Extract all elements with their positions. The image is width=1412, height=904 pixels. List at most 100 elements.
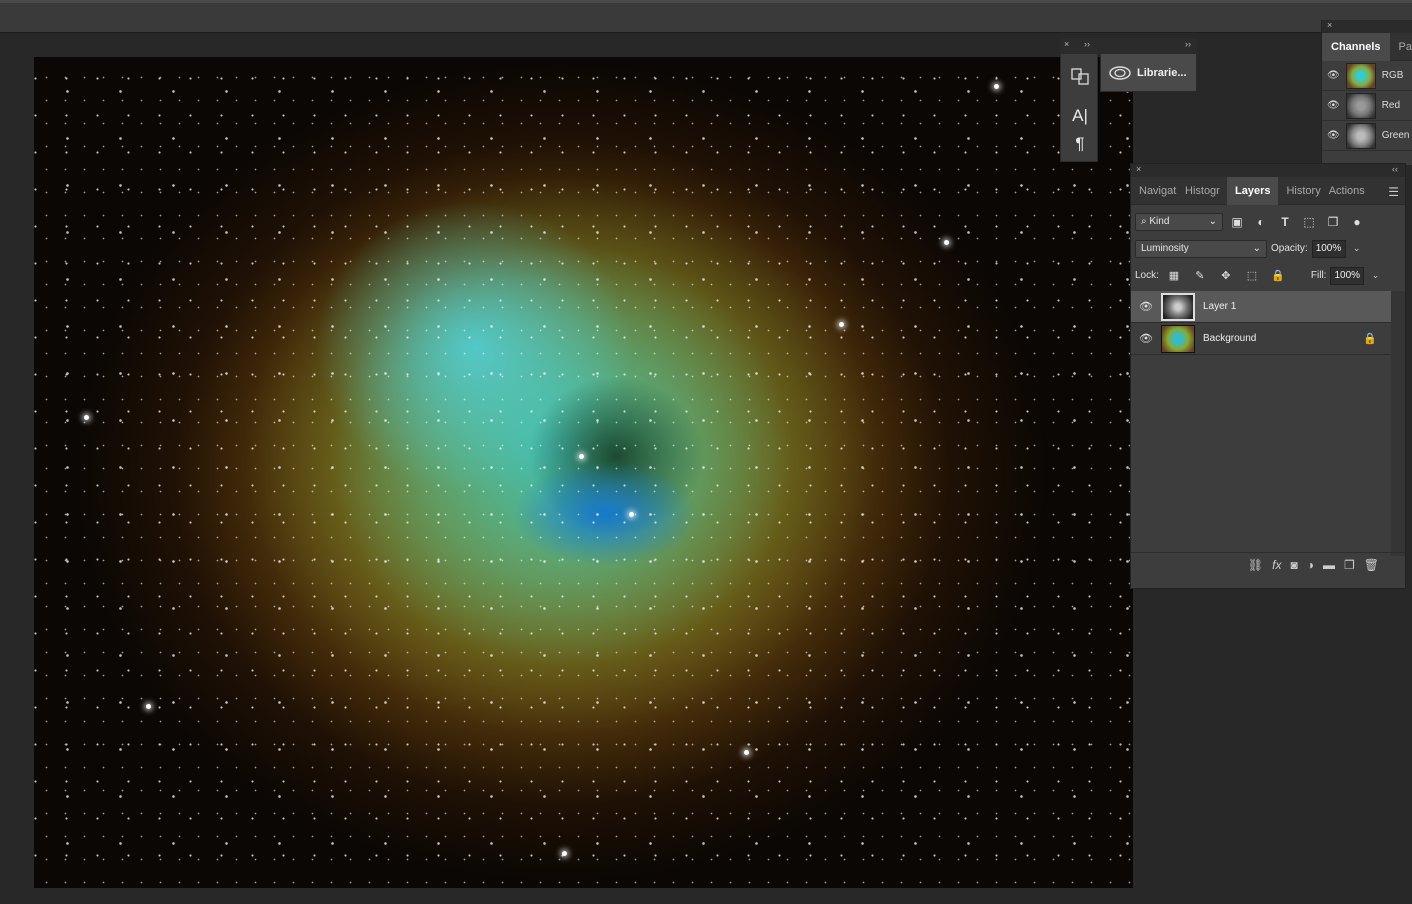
layers-tabs: Navigat Histogr Layers History Actions ☰ [1131,176,1405,205]
tab-layers[interactable]: Layers [1227,176,1279,205]
star [579,454,584,459]
layer-row-background[interactable]: 👁 Background 🔒 [1131,323,1391,355]
chevron-down-icon[interactable]: ⌄ [1368,267,1382,285]
layer-name[interactable]: Layer 1 [1203,301,1236,312]
search-icon: ⌕ [1141,216,1147,227]
layers-scrollbar[interactable] [1391,291,1405,556]
filter-toggle-icon[interactable]: ● [1347,215,1367,229]
lock-pixels-icon[interactable]: ✎ [1189,269,1211,282]
libraries-button[interactable]: Librarie... [1100,53,1197,92]
channel-thumbnail [1345,92,1376,119]
channel-name: Green [1381,130,1410,141]
eye-icon[interactable]: 👁 [1327,70,1340,81]
options-bar [0,0,1412,33]
lock-label: Lock: [1135,270,1159,281]
menu-icon[interactable]: ☰ [1388,185,1399,199]
top-edge [0,0,1412,3]
tab-actions[interactable]: Actions [1325,177,1369,205]
star [84,415,89,420]
smart-object-filter-icon[interactable]: ❐ [1323,215,1343,229]
layers-panel: × ‹‹ Navigat Histogr Layers History Acti… [1130,163,1406,589]
lock-row: Lock: ▦ ✎ ✥ ⬚ 🔒 Fill: 100% ⌄ [1131,262,1405,289]
channel-row-green[interactable]: 👁 Green [1322,121,1412,151]
lock-position-icon[interactable]: ✥ [1215,269,1237,282]
tab-navigator[interactable]: Navigat [1135,177,1181,205]
tab-channels[interactable]: Channels [1322,32,1390,61]
cloud-icon [1109,65,1131,80]
filter-kind-label: Kind [1149,216,1170,227]
tab-paths[interactable]: Pat [1390,33,1412,61]
fx-icon[interactable]: fx [1272,558,1281,572]
layer-list: 👁 Layer 1 👁 Background 🔒 [1131,291,1391,355]
close-icon[interactable]: × [1136,164,1141,174]
folder-icon[interactable]: ▬ [1323,558,1335,572]
channels-tabs: Channels Pat [1322,32,1412,61]
libraries-label: Librarie... [1137,66,1187,79]
opacity-label: Opacity: [1271,243,1308,254]
fill-label: Fill: [1310,270,1327,281]
mini-panel-header: × ›› ›› [1060,38,1197,53]
lock-all-icon[interactable]: 🔒 [1267,269,1289,282]
channel-row-red[interactable]: 👁 Red [1322,91,1412,121]
trash-icon[interactable]: 🗑 [1364,558,1379,572]
chevron-down-icon: ⌄ [1252,243,1261,254]
document-canvas[interactable] [34,57,1133,888]
adjustment-icon[interactable]: ◑ [1307,558,1314,572]
mask-icon[interactable]: ◙ [1291,558,1298,572]
channel-name: RGB [1381,70,1404,81]
type-filter-icon[interactable]: T [1275,215,1295,229]
eye-icon[interactable]: 👁 [1131,300,1161,313]
nebula-stars [34,57,1133,888]
star [994,84,999,89]
filter-row: ⌕ Kind ⌄ ▣ ◐ T ⬚ ❐ ● [1131,208,1405,235]
channel-thumbnail [1345,62,1376,89]
star [839,322,844,327]
new-layer-icon[interactable]: ❐ [1344,558,1355,572]
eye-icon[interactable]: 👁 [1131,332,1161,345]
layer-row-layer-1[interactable]: 👁 Layer 1 [1131,291,1391,323]
layers-footer: ⛓ fx ◙ ◑ ▬ ❐ 🗑 [1131,552,1405,576]
fill-input[interactable]: 100% [1330,266,1365,285]
tab-histogram[interactable]: Histogr [1181,177,1227,205]
layer-thumbnail [1161,324,1195,353]
star [629,512,634,517]
opacity-input[interactable]: 100% [1311,239,1346,258]
layer-name[interactable]: Background [1203,333,1256,344]
collapse-icon[interactable]: ‹‹ [1392,164,1398,174]
link-icon[interactable]: ⛓ [1248,558,1263,572]
chevron-down-icon: ⌄ [1208,216,1217,227]
blend-row: Luminosity ⌄ Opacity: 100% ⌄ [1131,235,1405,262]
tab-history[interactable]: History [1282,177,1324,205]
channels-header: × [1322,20,1412,33]
close-icon[interactable]: × [1327,20,1332,30]
eye-icon[interactable]: 👁 [1327,130,1340,141]
layer-thumbnail [1161,292,1195,321]
star [146,704,151,709]
channel-row-rgb[interactable]: 👁 RGB [1322,61,1412,91]
paragraph-icon[interactable]: ¶ [1068,132,1092,156]
shape-filter-icon[interactable]: ⬚ [1299,215,1319,229]
pixel-filter-icon[interactable]: ▣ [1227,215,1247,229]
layers-header: × ‹‹ [1131,164,1405,177]
lock-transparent-icon[interactable]: ▦ [1163,269,1185,282]
lock-icon[interactable]: 🔒 [1363,332,1377,345]
glyph-swap-icon[interactable] [1068,64,1092,88]
chevron-down-icon[interactable]: ⌄ [1350,240,1364,258]
channels-panel: × Channels Pat 👁 RGB 👁 Red 👁 Green [1321,20,1412,165]
lock-artboard-icon[interactable]: ⬚ [1241,269,1263,282]
close-icon[interactable]: × [1064,39,1069,49]
expand-icon[interactable]: ›› [1185,39,1191,49]
eye-icon[interactable]: 👁 [1327,100,1340,111]
adjustment-filter-icon[interactable]: ◐ [1251,215,1271,229]
channel-thumbnail [1345,122,1376,149]
blend-mode-select[interactable]: Luminosity ⌄ [1135,239,1267,258]
star [944,240,949,245]
star [562,851,567,856]
mini-tool-column: A| ¶ [1060,53,1098,162]
star [744,750,749,755]
filter-kind-select[interactable]: ⌕ Kind ⌄ [1135,212,1223,231]
collapse-icon[interactable]: ›› [1084,39,1090,49]
character-icon[interactable]: A| [1068,104,1092,128]
blend-mode-label: Luminosity [1141,243,1189,254]
channel-name: Red [1381,100,1401,111]
